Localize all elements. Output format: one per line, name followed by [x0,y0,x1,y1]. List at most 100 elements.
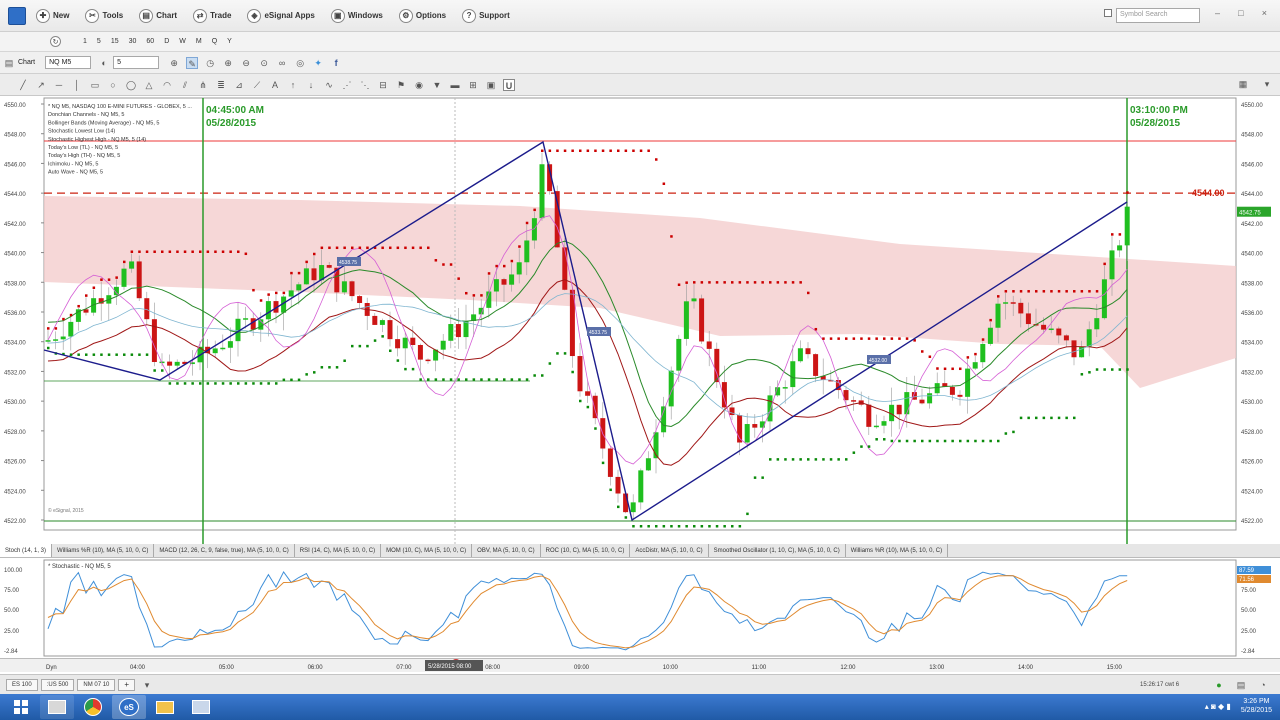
menu-chart[interactable]: ▤ Chart [139,8,177,23]
interval-D[interactable]: D [164,38,169,45]
indicator-tab[interactable]: ROC (10, C), MA (5, 10, 0, C) [541,544,631,557]
maximize-icon[interactable]: □ [1238,8,1243,23]
interval-5[interactable]: 5 [97,38,101,45]
menu-tools[interactable]: ✂ Tools [85,8,123,23]
ruler-icon[interactable]: ▬ [449,79,461,91]
menu-esignal-apps[interactable]: ◈ eSignal Apps [247,8,315,23]
twitter-icon[interactable]: ✦ [312,57,324,69]
gann-icon[interactable]: ⊿ [233,79,245,91]
arrow-up-icon[interactable]: ↑ [287,79,299,91]
menu-options[interactable]: ⚙ Options [398,8,446,23]
trendline-icon[interactable]: ╱ [17,79,29,91]
arrow-down-icon[interactable]: ↓ [305,79,317,91]
indicator-tab[interactable]: Smoothed Oscillator (1, 10, C), MA (5, 1… [709,544,846,557]
time-axis-svg[interactable]: Dyn 04:00 05:00 06:00 07:00 08:00 09:00 10:00 11… [0,650,1280,673]
chain-icon[interactable]: ∞ [276,57,288,69]
cycle-icon[interactable]: ∿ [323,79,335,91]
fan-icon[interactable]: ⋰ [341,79,353,91]
zoom-out-icon[interactable]: ⊖ [240,57,252,69]
pitchfork-icon[interactable]: ⋔ [197,79,209,91]
u-cursor-icon[interactable]: U [503,78,515,91]
app-logo-icon[interactable] [8,6,26,25]
flag-icon[interactable]: ⚑ [395,79,407,91]
symbol-search-input[interactable]: Symbol Search [1116,8,1200,23]
stochastic-svg[interactable]: * Stochastic - NQ M5, 5100.00100.0075.00… [0,558,1280,658]
facebook-icon[interactable]: f [330,57,342,69]
lock-checkbox[interactable] [1104,9,1112,17]
interval-Q[interactable]: Q [212,38,217,45]
rectangle-icon[interactable]: ▭ [89,79,101,91]
marker-icon[interactable]: ▼ [431,79,443,91]
reset-icon[interactable]: ⊙ [258,57,270,69]
layout-icon[interactable]: ▤ [1235,679,1247,691]
interval-60[interactable]: 60 [146,38,154,45]
zoom-in-icon[interactable]: ⊕ [222,57,234,69]
pencil-icon[interactable]: ✎ [186,56,199,69]
symbol-tab[interactable]: NM 07 10 [77,678,116,691]
taskbar-esignal-icon[interactable]: eS [112,695,146,719]
pin-icon[interactable]: ◉ [413,79,425,91]
circle-icon[interactable]: ◯ [125,79,137,91]
menu-trade[interactable]: ⇄ Trade [193,8,231,23]
tray-icons[interactable]: ▴ ◙ ◆ ▮ [1205,702,1231,711]
arc-icon[interactable]: ◠ [161,79,173,91]
target-icon[interactable]: ◎ [294,57,306,69]
interval-Y[interactable]: Y [227,38,232,45]
symbol-tab[interactable]: :US 500 [40,678,75,691]
indicator-tab[interactable]: Williams %R (10), MA (5, 10, 0, C) [846,544,949,557]
panel-menu-icon[interactable]: ▾ [1261,78,1273,90]
text-tool-icon[interactable]: A [269,79,281,91]
taskbar-chrome-icon[interactable] [76,695,110,719]
system-clock[interactable]: 3:26 PM 5/28/2015 [1241,697,1272,715]
alert-icon[interactable]: ◔ [1257,679,1269,691]
symbol-field[interactable]: NQ M5 [45,56,92,69]
taskbar-folder-icon[interactable] [148,695,182,719]
symbol-tab[interactable]: ES 100 [6,678,38,691]
speed-lines-icon[interactable]: ⋱ [359,79,371,91]
close-icon[interactable]: × [1262,8,1267,23]
measure-icon[interactable]: ⊞ [467,79,479,91]
horizontal-line-icon[interactable]: ─ [53,79,65,91]
time-axis[interactable]: Dyn 04:00 05:00 06:00 07:00 08:00 09:00 10:00 11… [0,650,1280,673]
indicator-tab[interactable]: RSI (14, C), MA (5, 10, 0, C) [295,544,382,557]
indicator-tab[interactable]: MOM (10, C), MA (5, 10, 0, C) [381,544,473,557]
interval-field[interactable]: 5 [113,56,160,69]
taskbar-explorer-icon[interactable] [40,695,74,719]
settings-icon[interactable]: ◐ [98,57,110,69]
indicator-tab[interactable]: AccDistr, MA (5, 10, 0, C) [630,544,709,557]
donchian-high-dot [639,149,643,153]
note-icon[interactable]: ▣ [485,79,497,91]
indicator-tab[interactable]: Stoch (14, 1, 3) [0,544,53,557]
start-button[interactable] [4,695,38,719]
interval-1[interactable]: 1 [83,38,87,45]
andrews-icon[interactable]: ⟋ [251,79,263,91]
refresh-icon[interactable]: ↻ [50,36,61,47]
triangle-icon[interactable]: △ [143,79,155,91]
interval-15[interactable]: 15 [111,38,119,45]
price-chart-svg[interactable]: 4550.00 4550.00 4548.00 4548.00 4546.00 4546.… [0,96,1280,544]
menu-windows[interactable]: ▣ Windows [330,8,383,23]
channel-icon[interactable]: ⫽ [179,79,191,91]
indicator-tab[interactable]: MACD (12, 26, C, 9, false, true), MA (5,… [154,544,295,557]
regression-icon[interactable]: ⊟ [377,79,389,91]
grid-icon[interactable]: ▦ [1237,78,1249,90]
taskbar-window-icon[interactable] [184,695,218,719]
tab-menu-icon[interactable]: ▾ [141,679,153,691]
ray-icon[interactable]: ↗ [35,79,47,91]
interval-W[interactable]: W [179,38,186,45]
minimize-icon[interactable]: – [1215,8,1220,23]
stochastic-pane[interactable]: * Stochastic - NQ M5, 5100.00100.0075.00… [0,558,1280,658]
link-icon[interactable]: ⊕ [168,57,180,69]
price-chart-pane[interactable]: 4550.00 4550.00 4548.00 4548.00 4546.00 4546.… [0,96,1280,544]
fibonacci-icon[interactable]: ≣ [215,79,227,91]
vertical-line-icon[interactable]: │ [71,79,83,91]
clock-icon[interactable]: ◷ [204,57,216,69]
add-tab-button[interactable]: + [118,678,136,691]
interval-M[interactable]: M [196,38,202,45]
indicator-tab[interactable]: OBV, MA (5, 10, 0, C) [472,544,541,557]
interval-30[interactable]: 30 [129,38,137,45]
menu-new[interactable]: ✚ New [36,8,69,23]
menu-support[interactable]: ? Support [462,8,510,23]
ellipse-icon[interactable]: ○ [107,79,119,91]
indicator-tab[interactable]: Williams %R (10), MA (5, 10, 0, C) [52,544,155,557]
